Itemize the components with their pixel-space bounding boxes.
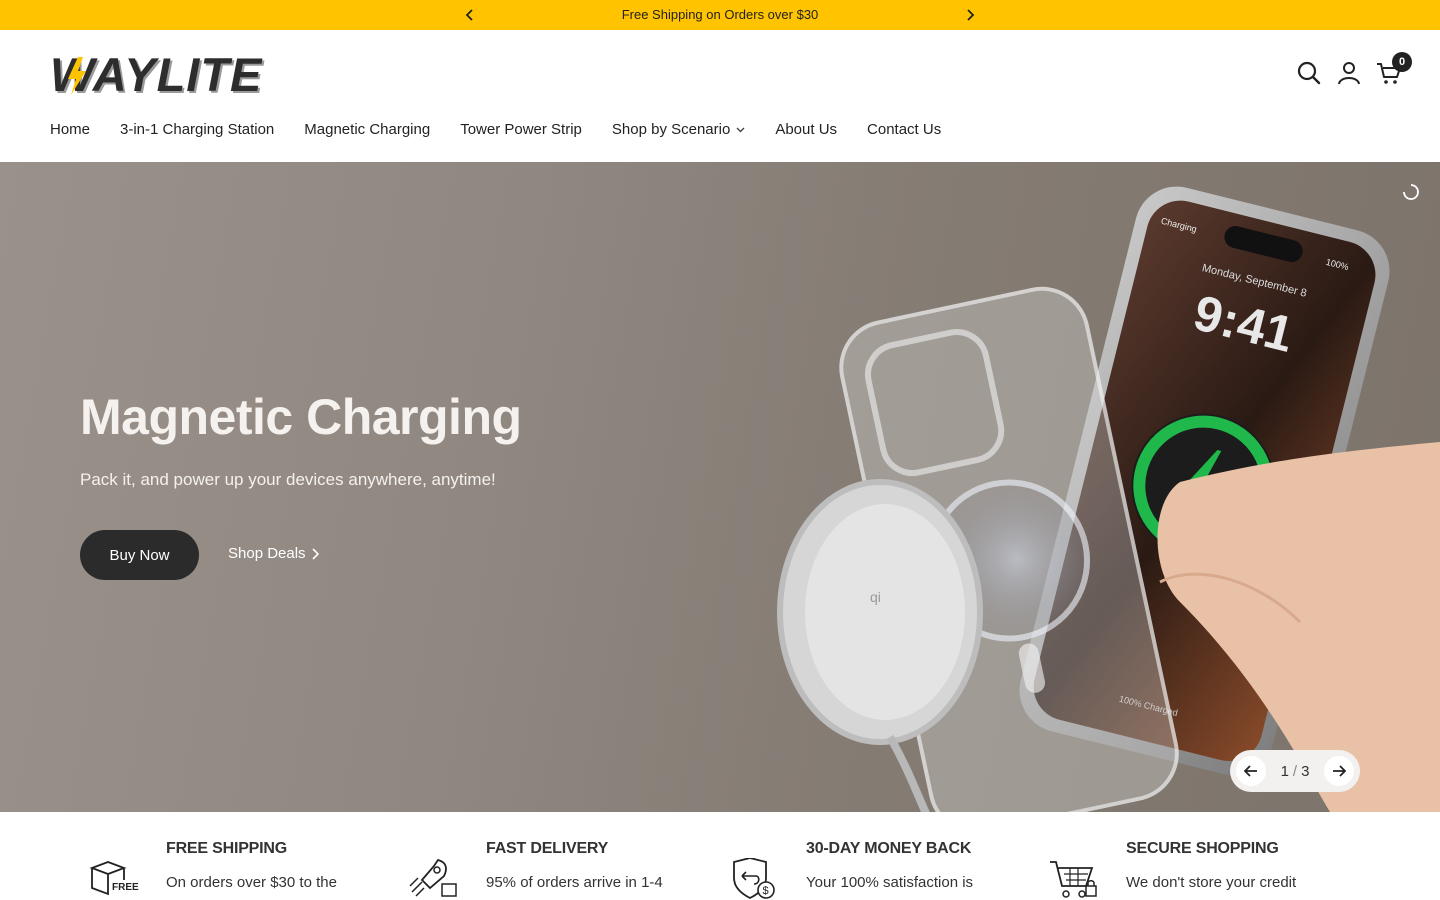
- search-icon: [1297, 61, 1321, 85]
- features-strip: FREE FREE SHIPPING On orders over $30 to…: [0, 812, 1440, 900]
- slide-current: 1: [1280, 762, 1289, 780]
- lightning-bolt-icon: [68, 57, 86, 95]
- header-icons: 0: [1296, 52, 1412, 86]
- nav-item-label: Shop by Scenario: [611, 121, 731, 138]
- feature-fast-delivery: FAST DELIVERY 95% of orders arrive in 1-…: [408, 840, 708, 900]
- account-button[interactable]: [1336, 60, 1362, 86]
- nav-item-about-us[interactable]: About Us: [775, 121, 837, 138]
- slideshow-controls: 1 / 3: [1230, 750, 1360, 792]
- shop-deals-label: Shop Deals: [228, 545, 306, 562]
- money-back-shield-icon: $: [733, 858, 775, 900]
- nav-item-label: 3-in-1 Charging Station: [120, 121, 275, 138]
- feature-description: 95% of orders arrive in 1-4 business day…: [486, 874, 663, 891]
- slide-total: 3: [1301, 762, 1310, 780]
- slide-prev-button[interactable]: [1236, 756, 1266, 786]
- nav-item-tower-power-strip[interactable]: Tower Power Strip: [460, 121, 582, 138]
- shop-deals-link[interactable]: Shop Deals: [228, 545, 319, 562]
- announcement-text[interactable]: Free Shipping on Orders over $30: [0, 7, 1440, 22]
- nav-item-shop-by-scenario[interactable]: Shop by Scenario: [612, 121, 745, 138]
- arrow-right-icon: [1332, 765, 1346, 777]
- slide-counter: 1 / 3: [1281, 763, 1310, 780]
- announcement-bar: Free Shipping on Orders over $30: [0, 0, 1440, 30]
- account-icon: [1338, 62, 1360, 85]
- loading-spinner-icon: [1403, 184, 1419, 200]
- feature-description: We don't store your credit card numbers.: [1126, 874, 1297, 891]
- feature-secure-shopping: SECURE SHOPPING We don't store your cred…: [1048, 840, 1348, 900]
- feature-title: 30-DAY MONEY BACK: [806, 840, 972, 857]
- slide-separator: /: [1292, 762, 1298, 780]
- svg-text:qi: qi: [870, 589, 881, 605]
- nav-item-home[interactable]: Home: [50, 121, 90, 138]
- buy-now-label: Buy Now: [109, 546, 170, 564]
- nav-item-label: Home: [50, 121, 91, 138]
- feature-title: FAST DELIVERY: [486, 840, 609, 857]
- nav-item-label: About Us: [775, 121, 838, 138]
- nav-item-contact-us[interactable]: Contact Us: [867, 121, 941, 138]
- chevron-down-icon: [736, 127, 745, 132]
- feature-money-back: $ 30-DAY MONEY BACK Your 100% satisfacti…: [728, 840, 1028, 900]
- slide-next-button[interactable]: [1323, 756, 1354, 786]
- feature-title: FREE SHIPPING: [166, 840, 287, 857]
- feature-free-shipping: FREE FREE SHIPPING On orders over $30 to…: [88, 840, 388, 900]
- free-box-icon: FREE: [89, 861, 139, 896]
- feature-title: SECURE SHOPPING: [1126, 840, 1279, 857]
- free-icon-text: FREE: [112, 882, 139, 893]
- nav-item-3-in-1-charging-station[interactable]: 3-in-1 Charging Station: [120, 121, 274, 138]
- nav-item-label: Magnetic Charging: [304, 121, 431, 138]
- hero-subtitle: Pack it, and power up your devices anywh…: [80, 470, 496, 489]
- hero-title: Magnetic Charging: [80, 389, 522, 445]
- hero-slideshow: Charging 100% Monday, September 8 9:41 1…: [0, 162, 1440, 812]
- nav-item-magnetic-charging[interactable]: Magnetic Charging: [304, 121, 430, 138]
- rocket-box-icon: [409, 858, 457, 897]
- feature-description: Your 100% satisfaction is our top priori…: [806, 874, 974, 891]
- logo[interactable]: WAYLITE: [50, 51, 276, 98]
- arrow-left-icon: [1244, 765, 1257, 777]
- chevron-right-icon: [311, 547, 319, 560]
- cart-count-badge: 0: [1392, 52, 1412, 72]
- nav-item-label: Tower Power Strip: [460, 121, 582, 138]
- svg-text:$: $: [763, 885, 769, 897]
- feature-description: On orders over $30 to the continental U.…: [166, 874, 337, 891]
- nav-item-label: Contact Us: [867, 121, 942, 138]
- buy-now-button[interactable]: Buy Now: [80, 530, 199, 580]
- cart-button[interactable]: 0: [1376, 52, 1412, 86]
- site-header: WAYLITE 0 Home 3-in-1 Charging Station M…: [0, 30, 1440, 162]
- chevron-right-icon: [967, 9, 975, 21]
- secure-cart-icon: [1050, 861, 1097, 898]
- search-button[interactable]: [1296, 60, 1322, 86]
- main-nav: Home 3-in-1 Charging Station Magnetic Ch…: [50, 121, 941, 138]
- announcement-next-button[interactable]: [960, 5, 980, 25]
